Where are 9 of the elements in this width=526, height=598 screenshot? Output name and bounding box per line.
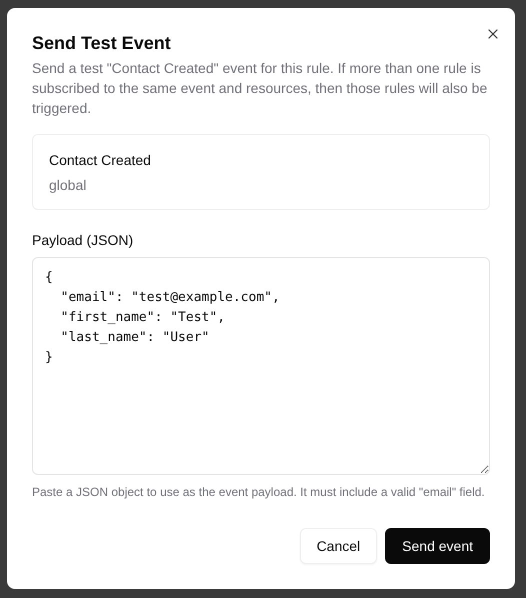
dialog-title: Send Test Event xyxy=(32,32,172,54)
cancel-button[interactable]: Cancel xyxy=(300,528,378,564)
send-button[interactable]: Send event xyxy=(385,528,490,564)
payload-input-field[interactable]: { "email": "test@example.com", "first_name": "Test", "last_name": "User" } xyxy=(32,257,490,475)
dialog-description: Send a test "Contact Created" event for this rule. If more than one rule is subscribed to the same event and resources, then those rules will also be triggered. xyxy=(32,59,488,118)
payload-label: Payload (JSON) xyxy=(32,232,134,249)
event-scope: global xyxy=(49,177,88,194)
payload-hint: Paste a JSON object to use as the event payload. It must include a valid "email" field. xyxy=(32,484,486,501)
event-name: Contact Created xyxy=(49,152,152,169)
